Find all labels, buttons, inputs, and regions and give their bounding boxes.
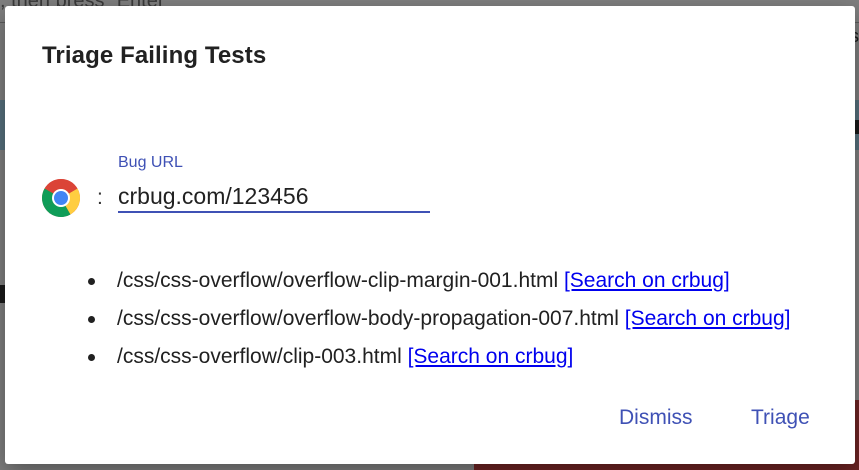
triage-dialog: Triage Failing Tests : Bug URL /css/css-… (5, 6, 855, 464)
search-crbug-link[interactable]: [Search on crbug] (564, 269, 730, 292)
bullet-icon (88, 278, 95, 285)
bullet-icon (88, 316, 95, 323)
dialog-title: Triage Failing Tests (42, 42, 267, 69)
test-path: /css/css-overflow/overflow-clip-margin-0… (117, 269, 559, 292)
search-crbug-link[interactable]: [Search on crbug] (625, 307, 791, 330)
bug-url-input[interactable] (118, 181, 430, 213)
chrome-icon (42, 179, 80, 217)
list-item: /css/css-overflow/overflow-body-propagat… (85, 304, 791, 342)
search-crbug-link[interactable]: [Search on crbug] (408, 345, 574, 368)
background-edge-mark-right (855, 120, 859, 134)
triage-button[interactable]: Triage (751, 406, 810, 430)
separator-colon: : (97, 186, 103, 209)
bug-url-label: Bug URL (118, 154, 183, 171)
dismiss-button[interactable]: Dismiss (619, 406, 693, 430)
test-path: /css/css-overflow/clip-003.html (117, 345, 402, 368)
list-item: /css/css-overflow/overflow-clip-margin-0… (85, 266, 791, 304)
list-item: /css/css-overflow/clip-003.html [Search … (85, 342, 791, 380)
bullet-icon (88, 354, 95, 361)
test-path: /css/css-overflow/overflow-body-propagat… (117, 307, 619, 330)
failing-test-list: /css/css-overflow/overflow-clip-margin-0… (85, 266, 791, 380)
